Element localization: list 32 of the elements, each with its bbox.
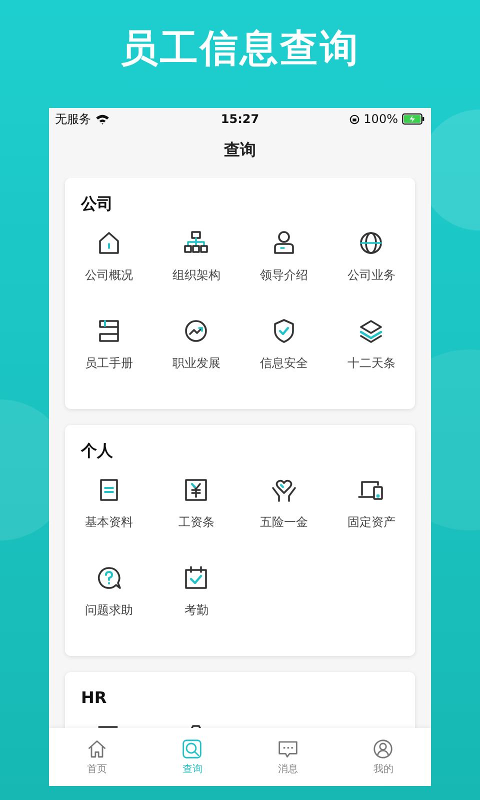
menu-item[interactable]: 信息安全: [240, 311, 328, 399]
menu-item[interactable]: 职业发展: [152, 311, 240, 399]
banner-title: 员工信息查询: [120, 25, 360, 72]
chat-icon: [276, 738, 299, 760]
menu-item[interactable]: 公司概况: [65, 223, 152, 311]
menu-item[interactable]: 领导介绍: [240, 223, 328, 311]
tab-item[interactable]: 消息: [240, 728, 336, 786]
carrier-text: 无服务: [55, 110, 91, 128]
tab-item[interactable]: 我的: [336, 728, 431, 786]
menu-item[interactable]: 十二天条: [328, 311, 415, 399]
home-icon: [86, 738, 108, 760]
menu-item[interactable]: 组织架构: [152, 223, 240, 311]
tab-item[interactable]: 首页: [49, 728, 144, 786]
menu-item[interactable]: 工资条: [152, 470, 240, 558]
menu-item[interactable]: 五险一金: [240, 470, 328, 558]
menu-item[interactable]: 基本资料: [65, 470, 152, 558]
battery-percent: 100%: [364, 112, 398, 126]
page-title: 查询: [224, 139, 256, 161]
user-icon: [372, 738, 394, 760]
rotation-lock-icon: [348, 114, 360, 124]
section-title: HR: [80, 688, 107, 707]
menu-item[interactable]: 问题求助: [65, 558, 152, 646]
wifi-icon: [95, 114, 110, 124]
section-title: 公司: [80, 194, 113, 215]
menu-item[interactable]: 固定资产: [328, 470, 415, 558]
menu-item[interactable]: 考勤: [152, 558, 240, 646]
search-icon: [181, 738, 204, 760]
battery-icon: [402, 113, 425, 125]
menu-item[interactable]: 公司业务: [328, 223, 415, 311]
section-title: 个人: [80, 441, 113, 462]
status-time: 15:27: [220, 112, 260, 126]
menu-item[interactable]: 员工手册: [65, 311, 152, 399]
